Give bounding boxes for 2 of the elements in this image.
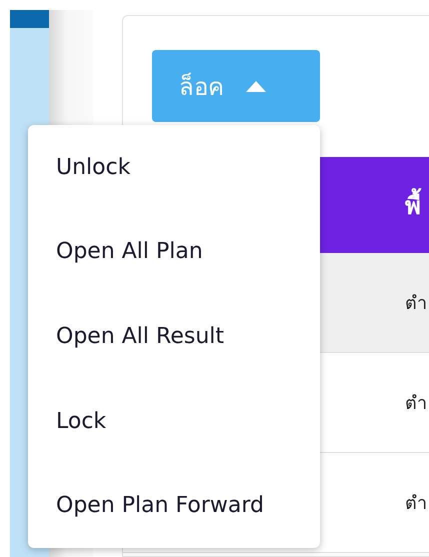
sidebar-header — [10, 10, 49, 28]
caret-icon — [246, 80, 266, 92]
